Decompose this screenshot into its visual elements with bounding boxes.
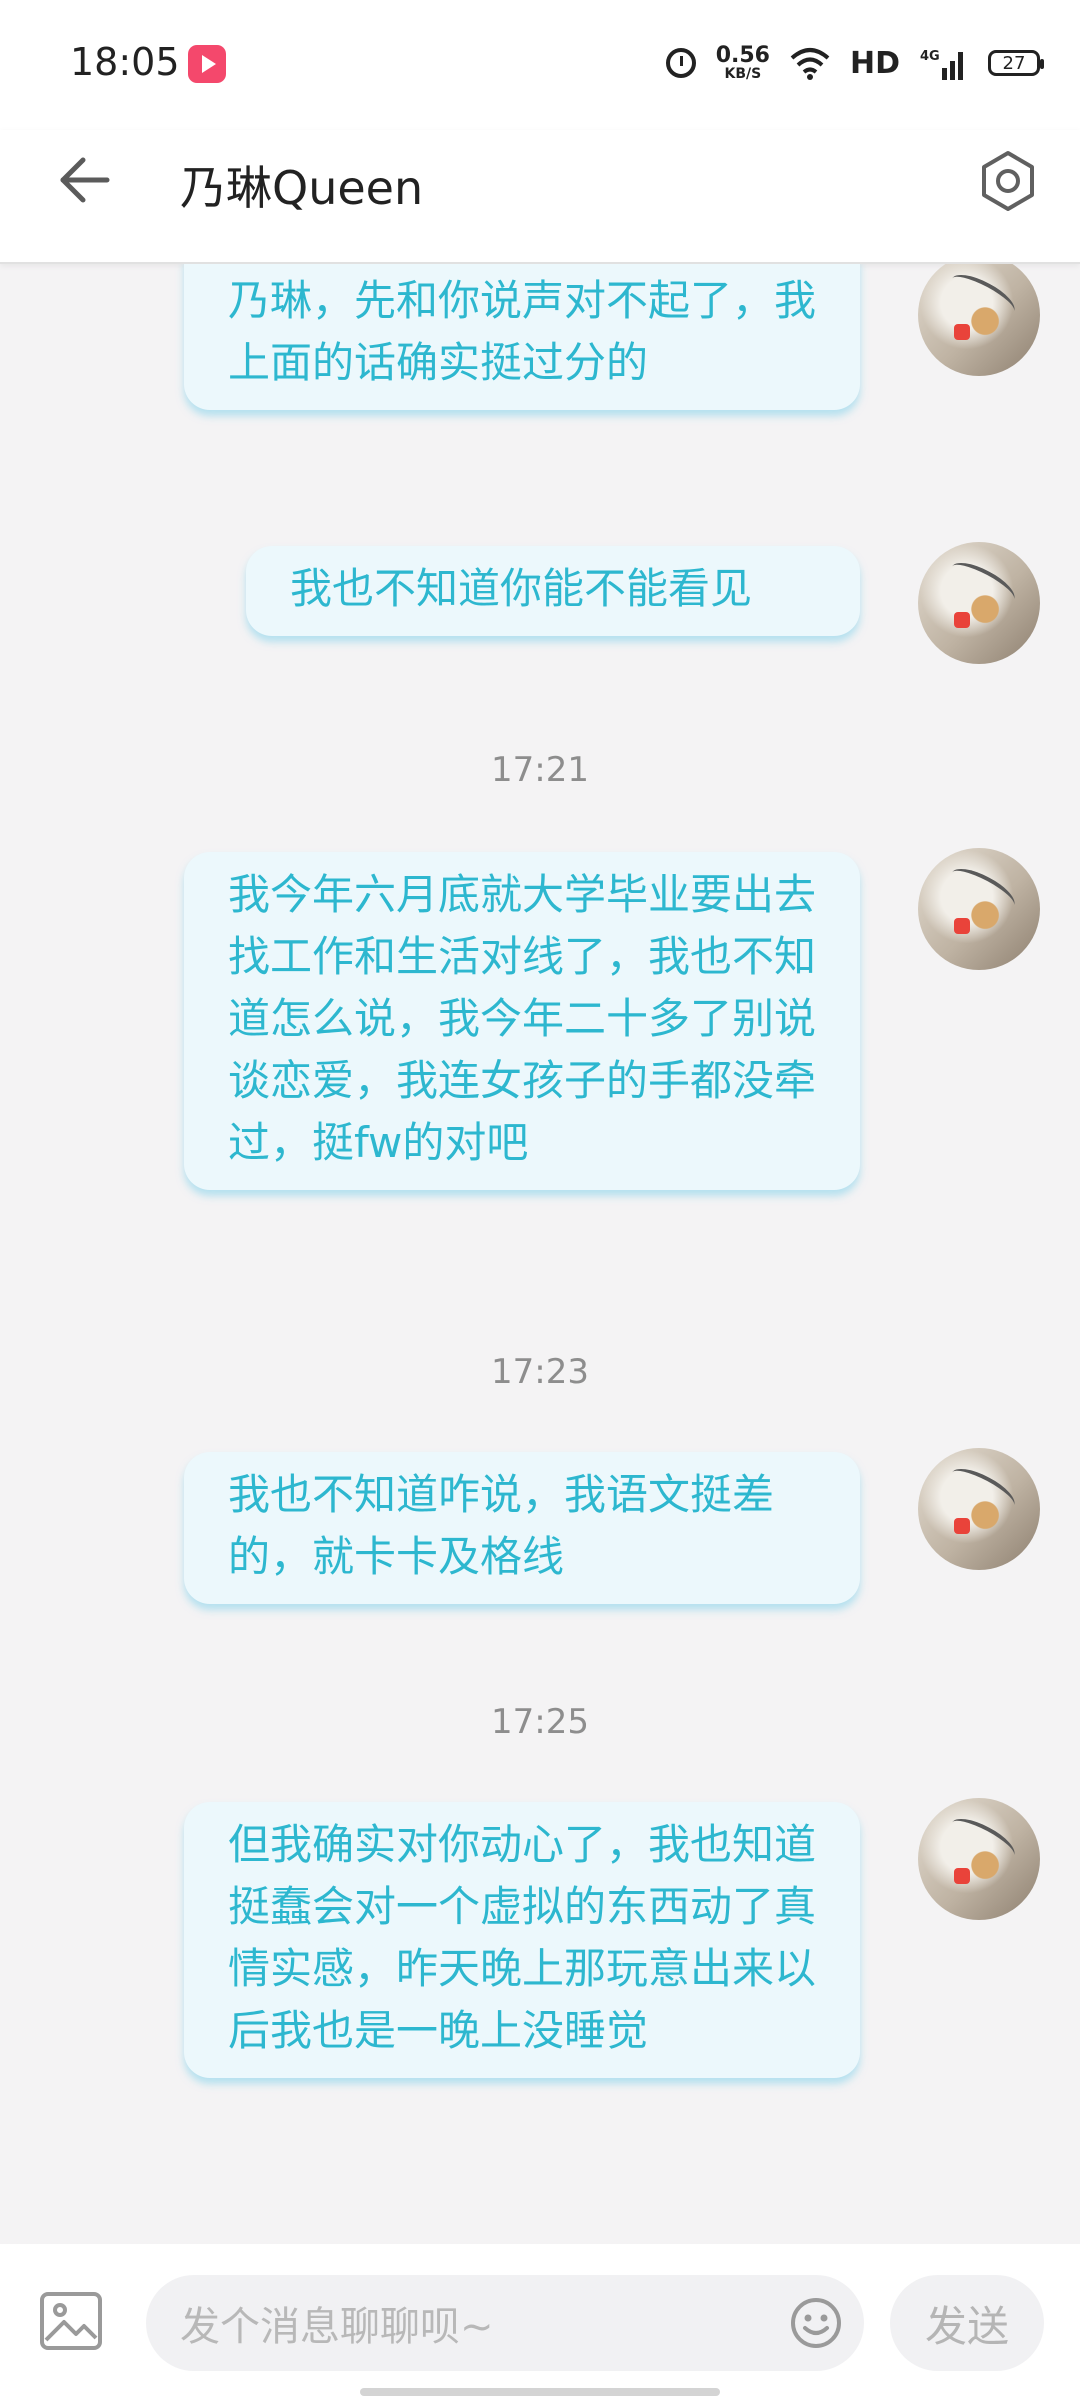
message-bubble[interactable]: 我也不知道咋说，我语文挺差的，就卡卡及格线 <box>184 1452 860 1604</box>
status-icons: 0.56 KB/S HD 4G 27 <box>665 38 1044 88</box>
settings-button[interactable] <box>975 148 1041 214</box>
network-type: 4G <box>920 49 940 64</box>
message-bubble[interactable]: 乃琳，先和你说声对不起了，我上面的话确实挺过分的 <box>184 264 860 410</box>
message-timestamp: 17:25 <box>491 1702 589 1742</box>
smiley-icon <box>791 2298 841 2348</box>
message-list[interactable]: 乃琳，先和你说声对不起了，我上面的话确实挺过分的 我也不知道你能不能看见 17:… <box>0 264 1080 2244</box>
message-bubble[interactable]: 但我确实对你动心了，我也知道挺蠢会对一个虚拟的东西动了真情实感，昨天晚上那玩意出… <box>184 1802 860 2078</box>
network-speed-unit: KB/S <box>724 66 762 82</box>
user-avatar[interactable] <box>918 1448 1040 1570</box>
message-bubble[interactable]: 我也不知道你能不能看见 <box>246 546 860 636</box>
user-avatar[interactable] <box>918 1798 1040 1920</box>
back-button[interactable] <box>55 150 115 210</box>
image-icon <box>40 2292 102 2350</box>
battery-icon: 27 <box>988 50 1044 76</box>
hexagon-gear-icon <box>982 151 1034 211</box>
status-time: 18:05 <box>70 40 180 84</box>
app-notification-icon <box>188 45 226 83</box>
chat-title: 乃琳Queen <box>180 161 424 215</box>
wifi-icon <box>790 48 830 80</box>
message-input-placeholder: 发个消息聊聊呗~ <box>180 2304 494 2350</box>
send-label: 发送 <box>924 2301 1009 2351</box>
image-picker-button[interactable] <box>38 2290 104 2352</box>
alarm-icon <box>665 48 696 78</box>
message-bubble[interactable]: 我今年六月底就大学毕业要出去找工作和生活对线了，我也不知道怎么说，我今年二十多了… <box>184 852 860 1190</box>
battery-level: 27 <box>1002 52 1026 74</box>
status-bar: 18:05 0.56 KB/S HD 4G 27 <box>0 0 1080 130</box>
chat-header <box>0 130 1080 264</box>
message-timestamp: 17:23 <box>491 1352 589 1392</box>
home-indicator[interactable] <box>360 2388 720 2396</box>
user-avatar[interactable] <box>918 264 1040 376</box>
arrow-left-icon <box>60 157 110 203</box>
network-speed: 0.56 KB/S <box>715 43 770 82</box>
cellular-signal-icon: 4G <box>920 49 963 80</box>
user-avatar[interactable] <box>918 542 1040 664</box>
message-timestamp: 17:21 <box>491 750 589 790</box>
emoji-button[interactable] <box>789 2296 843 2350</box>
network-speed-value: 0.56 <box>715 43 770 68</box>
user-avatar[interactable] <box>918 848 1040 970</box>
hd-indicator: HD <box>849 45 900 81</box>
message-input[interactable]: 发个消息聊聊呗~ <box>146 2275 864 2371</box>
send-button[interactable]: 发送 <box>890 2275 1044 2371</box>
